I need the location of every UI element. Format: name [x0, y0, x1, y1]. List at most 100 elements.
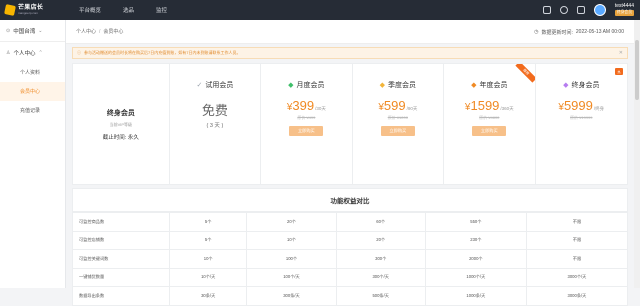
- sidebar-item-recharge-records[interactable]: 充值记录: [0, 101, 65, 120]
- current-plan-sub: 当前VIP等级: [109, 121, 133, 127]
- notice-text: 参与活动赠送的会员时长将在购买后7日内充值到账，如有7日内未到账请联系工作人员。: [84, 50, 241, 55]
- comparison-title: 功能权益对比: [72, 188, 628, 212]
- plan-period: /360天: [500, 106, 514, 111]
- plan-card-trial: ✓ 试用会员 免费 ( 3 天 ): [170, 64, 262, 184]
- scrollbar[interactable]: [634, 20, 640, 288]
- plan-card-yearly: 推荐 ◆ 年度会员 ¥ 1599 /360天 原价 ¥4800 立即购买: [444, 64, 536, 184]
- breadcrumb-item-personal-center[interactable]: 个人中心: [76, 28, 96, 35]
- table-cell: 5个: [168, 212, 248, 232]
- original-price: 原价 ¥19999: [570, 115, 593, 120]
- table-row: 可监控关键词数 10个 100个 300个 2000个 不限: [72, 249, 629, 269]
- diamond-icon: ◆: [471, 82, 477, 89]
- plan-name: 终身会员: [571, 82, 600, 89]
- top-bar: 芒果店长 mangoerp.com 平台概览 选品 监控 test4444 终身…: [0, 0, 640, 20]
- table-cell: 550个: [424, 212, 527, 232]
- nav-monitor[interactable]: 监控: [145, 0, 178, 20]
- plan-price: 5999: [563, 98, 593, 113]
- message-icon[interactable]: [576, 6, 585, 14]
- table-cell: 20个: [335, 230, 426, 250]
- notification-icon[interactable]: [559, 6, 568, 14]
- recommended-ribbon: 推荐: [514, 64, 535, 83]
- table-cell: 300个: [335, 249, 426, 269]
- top-nav: 平台概览 选品 监控: [68, 0, 178, 20]
- buy-button[interactable]: 立即购买: [289, 126, 324, 136]
- table-cell: 5个: [168, 230, 248, 250]
- original-price: 原价 ¥4800: [479, 115, 500, 120]
- table-cell: 300条/天: [246, 286, 337, 306]
- current-plan-expiry: 截止时间: 永久: [102, 134, 139, 141]
- nav-product-selection[interactable]: 选品: [112, 0, 145, 20]
- region-selector[interactable]: ⊙ 中国台湾 ⌄: [0, 20, 65, 42]
- nav-overview[interactable]: 平台概览: [68, 0, 112, 20]
- diamond-icon: ◆: [563, 82, 569, 89]
- hot-tag: 热: [615, 68, 623, 75]
- table-cell: 100个: [246, 249, 337, 269]
- sidebar-group-personal-center[interactable]: ♙ 个人中心 ⌃: [0, 42, 65, 63]
- chevron-up-icon: ⌃: [38, 49, 43, 56]
- sidebar: ⊙ 中国台湾 ⌄ ♙ 个人中心 ⌃ 个人资料 会员中心 充值记录: [0, 20, 66, 288]
- user-menu[interactable]: test4444 终身会员: [614, 3, 634, 16]
- table-cell: 不限: [525, 212, 629, 232]
- plan-cards: 终身会员 当前VIP等级 截止时间: 永久 ✓ 试用会员 免费 ( 3 天 ) …: [72, 63, 628, 185]
- table-cell: 1000条/天: [424, 286, 527, 306]
- username: test4444: [614, 3, 634, 10]
- plan-period: /30天: [315, 106, 326, 111]
- plan-name: 季度会员: [388, 82, 417, 89]
- row-label: 数据导出条数: [72, 286, 170, 306]
- help-icon[interactable]: [542, 6, 551, 14]
- table-cell: 10个: [246, 230, 337, 250]
- avatar[interactable]: [593, 4, 606, 16]
- plan-duration: ( 3 天 ): [206, 123, 224, 129]
- sidebar-item-profile[interactable]: 个人资料: [0, 63, 65, 82]
- table-cell: 不限: [525, 230, 629, 250]
- plan-card-quarterly: ◆ 季度会员 ¥ 599 /90天 原价 ¥1200 立即购买: [353, 64, 445, 184]
- plan-name: 年度会员: [479, 82, 508, 89]
- table-cell: 500条/天: [335, 286, 426, 306]
- location-icon: ⊙: [6, 27, 11, 34]
- table-row: 数据导出条数 30条/天 300条/天 500条/天 1000条/天 3000条/天: [72, 286, 629, 306]
- trial-badge-icon: ✓: [196, 82, 203, 89]
- plan-card-lifetime: 热 ◆ 终身会员 ¥ 5999 /终身 原价 ¥19999: [536, 64, 627, 184]
- row-label: 可监控店铺数: [72, 230, 170, 250]
- table-cell: 不限: [525, 249, 629, 269]
- row-label: 一键铺货数量: [72, 267, 170, 287]
- breadcrumb-item-membership: 会员中心: [103, 29, 124, 35]
- plan-period: /终身: [593, 106, 605, 111]
- notice-banner: ⓘ 参与活动赠送的会员时长将在购买后7日内充值到账，如有7日内未到账请联系工作人…: [72, 47, 628, 59]
- sidebar-group-label: 个人中心: [13, 50, 36, 57]
- buy-button[interactable]: 立即购买: [380, 126, 415, 136]
- sidebar-item-membership[interactable]: 会员中心: [0, 82, 65, 101]
- chevron-down-icon: ⌄: [38, 27, 43, 34]
- plan-name: 试用会员: [205, 82, 234, 89]
- table-cell: 10个: [168, 249, 248, 269]
- comparison-table: 可监控商品数 5个 20个 60个 550个 不限 可监控店铺数 5个 10个 20个 230个 不限…: [72, 212, 629, 306]
- diamond-icon: ◆: [379, 82, 386, 89]
- plan-card-monthly: ◆ 月度会员 ¥ 399 /30天 原价 ¥499 立即购买: [261, 64, 353, 184]
- diamond-icon: ◆: [288, 82, 294, 89]
- table-cell: 230个: [424, 230, 527, 250]
- logo[interactable]: 芒果店长 mangoerp.com: [0, 0, 58, 20]
- current-plan-card: 终身会员 当前VIP等级 截止时间: 永久: [73, 64, 170, 184]
- row-label: 可监控关键词数: [72, 249, 170, 269]
- table-cell: 10个/天: [168, 267, 248, 287]
- table-cell: 1000个/天: [424, 267, 527, 287]
- original-price: 原价 ¥1200: [387, 115, 408, 120]
- current-plan-title: 终身会员: [106, 109, 135, 117]
- logo-subtitle: mangoerp.com: [18, 11, 39, 15]
- table-cell: 3000条/天: [525, 286, 629, 306]
- close-icon[interactable]: ✕: [619, 50, 623, 56]
- buy-button[interactable]: 立即购买: [472, 126, 507, 136]
- update-time-value: 2022-05-13 AM 00:00: [575, 29, 624, 35]
- plan-period: /90天: [406, 106, 418, 111]
- plan-price-free: 免费: [201, 103, 228, 118]
- user-icon: ♙: [6, 49, 11, 56]
- table-cell: 20个: [246, 212, 337, 232]
- region-label: 中国台湾: [13, 28, 36, 35]
- table-cell: 30条/天: [168, 286, 248, 306]
- scrollbar-thumb[interactable]: [635, 40, 639, 100]
- table-row: 可监控店铺数 5个 10个 20个 230个 不限: [72, 230, 629, 250]
- table-cell: 60个: [335, 212, 426, 232]
- table-row: 可监控商品数 5个 20个 60个 550个 不限: [72, 212, 629, 232]
- membership-badge: 终身会员: [614, 10, 634, 16]
- warning-icon: ⓘ: [77, 50, 81, 55]
